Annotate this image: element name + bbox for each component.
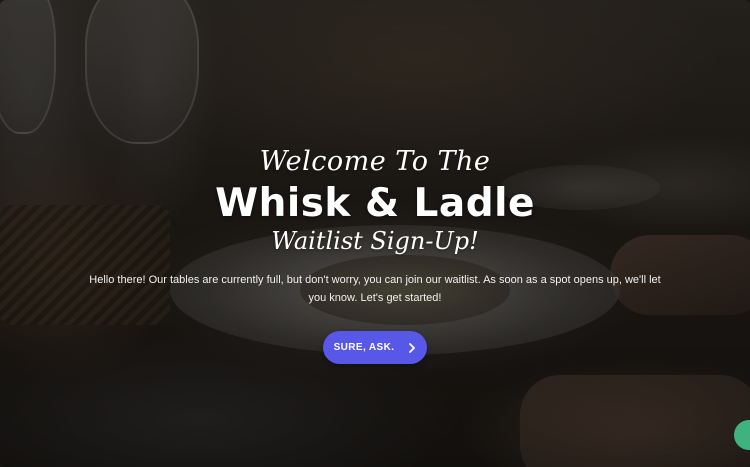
- chevron-right-icon: [408, 342, 416, 353]
- sure-ask-button[interactable]: SURE, ASK.: [323, 331, 427, 364]
- hero-content: Welcome To The Whisk & Ladle Waitlist Si…: [0, 0, 750, 467]
- intro-paragraph: Hello there! Our tables are currently fu…: [89, 274, 661, 304]
- welcome-heading: Welcome To The: [259, 146, 491, 177]
- hero-section: Welcome To The Whisk & Ladle Waitlist Si…: [0, 0, 750, 467]
- waitlist-subtitle: Waitlist Sign-Up!: [271, 227, 479, 255]
- sure-ask-button-label: SURE, ASK.: [333, 342, 395, 353]
